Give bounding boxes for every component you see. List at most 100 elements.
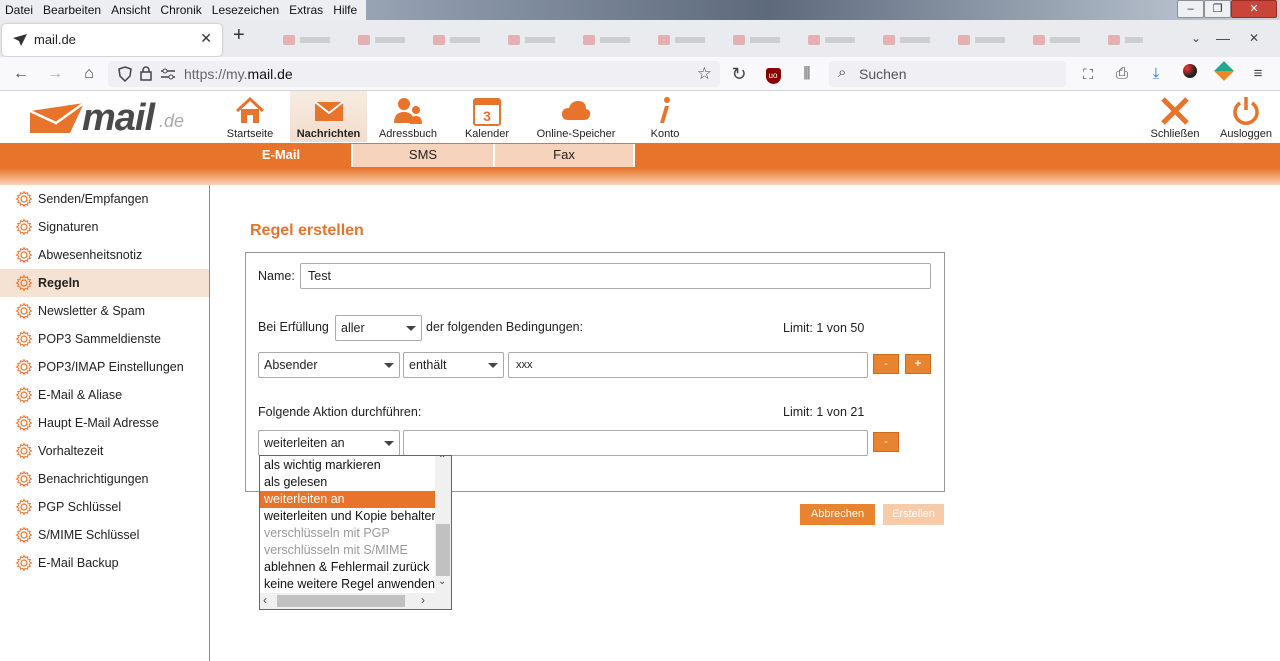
nav-nachrichten[interactable]: Nachrichten xyxy=(290,91,367,142)
contacts-icon xyxy=(394,98,422,124)
forward-icon[interactable]: → xyxy=(44,63,66,85)
vertical-scroll-thumb[interactable] xyxy=(436,524,450,576)
create-button[interactable]: Erstellen xyxy=(883,504,944,525)
background-tab[interactable] xyxy=(883,31,935,45)
sidebar-item[interactable]: Newsletter & Spam xyxy=(0,297,209,325)
background-tab[interactable] xyxy=(958,31,1010,45)
shield-icon[interactable] xyxy=(118,66,132,82)
menu-extras[interactable]: Extras xyxy=(284,0,328,20)
cancel-button[interactable]: Abbrechen xyxy=(800,504,875,525)
add-condition-button[interactable]: + xyxy=(905,354,931,374)
extension-icon[interactable] xyxy=(1213,61,1235,85)
sidebar-item[interactable]: Abwesenheitsnotiz xyxy=(0,241,209,269)
dropdown-option[interactable]: weiterleiten an xyxy=(260,491,435,508)
menu-bearbeiten[interactable]: Bearbeiten xyxy=(38,0,106,20)
menu-ansicht[interactable]: Ansicht xyxy=(106,0,155,20)
menu-datei[interactable]: Datei xyxy=(0,0,38,20)
background-tab[interactable] xyxy=(283,31,335,45)
dropdown-option[interactable]: ablehnen & Fehlermail zurück xyxy=(260,559,435,576)
logo-tld: .de xyxy=(159,111,185,131)
reload-icon[interactable]: ↻ xyxy=(728,63,750,85)
sidebar-item[interactable]: Senden/Empfangen xyxy=(0,185,209,213)
back-icon[interactable]: ← xyxy=(10,63,32,85)
name-input[interactable]: Test xyxy=(300,263,931,289)
sidebar-item[interactable]: E-Mail & Aliase xyxy=(0,381,209,409)
lock-icon[interactable] xyxy=(140,66,152,81)
sidebar-item[interactable]: Regeln xyxy=(0,269,209,297)
tab-close-icon[interactable]: ✕ xyxy=(200,30,212,47)
sidebar-item[interactable]: PGP Schlüssel xyxy=(0,493,209,521)
condition-mode-select[interactable]: aller xyxy=(335,315,422,341)
print-icon[interactable]: ⎙ xyxy=(1111,63,1133,85)
close-button[interactable]: Schließen xyxy=(1146,91,1204,142)
tab-email[interactable]: E-Mail xyxy=(211,144,353,167)
background-tab[interactable] xyxy=(808,31,860,45)
minimize-button[interactable]: – xyxy=(1177,0,1204,18)
dropdown-option[interactable]: weiterleiten und Kopie behalten xyxy=(260,508,435,525)
sidebar-item[interactable]: POP3 Sammeldienste xyxy=(0,325,209,353)
window-close-button[interactable]: ✕ xyxy=(1231,0,1277,18)
firefox-view-icon[interactable]: — xyxy=(1212,27,1234,49)
sidebar-item[interactable]: E-Mail Backup xyxy=(0,549,209,577)
mail-de-logo[interactable]: mail .de xyxy=(28,97,188,139)
menu-lesezeichen[interactable]: Lesezeichen xyxy=(207,0,284,20)
background-tab[interactable] xyxy=(433,31,485,45)
sidebar-item[interactable]: Vorhaltezeit xyxy=(0,437,209,465)
nav-online-speicher[interactable]: Online-Speicher xyxy=(532,91,620,142)
sidebar-item[interactable]: Signaturen xyxy=(0,213,209,241)
tab-list-icon[interactable]: ⌄ xyxy=(1185,27,1207,49)
background-tab[interactable] xyxy=(508,31,560,45)
scroll-left-icon[interactable]: ‹ xyxy=(263,593,267,607)
action-dropdown-list[interactable]: keine weitere Regel anwenden ablehnen & F… xyxy=(259,455,452,610)
menu-chronik[interactable]: Chronik xyxy=(155,0,206,20)
permissions-icon[interactable] xyxy=(160,68,176,80)
tab-sms[interactable]: SMS xyxy=(353,144,495,167)
maximize-button[interactable]: ❐ xyxy=(1204,0,1231,18)
scroll-up-icon[interactable]: ⌃ xyxy=(438,456,446,465)
nav-kalender[interactable]: 3 Kalender xyxy=(456,91,518,142)
sidebar-item[interactable]: Benachrichtigungen xyxy=(0,465,209,493)
background-tab[interactable] xyxy=(658,31,710,45)
sidebar-item[interactable]: POP3/IMAP Einstellungen xyxy=(0,353,209,381)
horizontal-scroll-thumb[interactable] xyxy=(277,595,405,607)
close-window-icon[interactable]: ✕ xyxy=(1243,27,1265,49)
condition-operator-select[interactable]: enthält xyxy=(403,352,504,378)
screenshot-icon[interactable]: ⛶ xyxy=(1077,63,1099,85)
scroll-right-icon[interactable]: › xyxy=(421,593,425,607)
dropdown-option[interactable]: als gelesen xyxy=(260,474,435,491)
download-icon[interactable]: ⤓ xyxy=(1145,63,1167,85)
background-tab[interactable] xyxy=(1033,31,1085,45)
remove-condition-button[interactable]: - xyxy=(873,354,899,374)
extension-icon[interactable] xyxy=(1179,63,1201,85)
logout-button[interactable]: Ausloggen xyxy=(1216,91,1276,142)
nav-startseite[interactable]: Startseite xyxy=(218,91,282,142)
url-bar[interactable]: https://my.mail.de ☆ xyxy=(108,61,720,87)
background-tab[interactable] xyxy=(583,31,635,45)
library-icon[interactable]: ⫼ xyxy=(796,63,818,85)
ublock-icon[interactable]: uo xyxy=(762,63,784,85)
search-bar[interactable]: ⌕ Suchen xyxy=(829,61,1066,87)
browser-tab-active[interactable]: mail.de ✕ xyxy=(2,24,222,56)
scroll-down-icon[interactable]: ⌄ xyxy=(438,576,446,587)
new-tab-button[interactable]: + xyxy=(233,25,245,45)
bookmark-star-icon[interactable]: ☆ xyxy=(697,64,712,84)
sidebar-item[interactable]: S/MIME Schlüssel xyxy=(0,521,209,549)
gear-icon xyxy=(15,218,33,236)
dropdown-option[interactable]: keine weitere Regel anwenden xyxy=(260,576,435,593)
sidebar-item[interactable]: Haupt E-Mail Adresse xyxy=(0,409,209,437)
action-target-input[interactable] xyxy=(403,430,868,456)
condition-value-input[interactable]: xxx xyxy=(508,352,868,378)
menu-icon[interactable]: ≡ xyxy=(1247,63,1269,85)
remove-action-button[interactable]: - xyxy=(873,432,899,452)
menu-hilfe[interactable]: Hilfe xyxy=(328,0,362,20)
background-tab[interactable] xyxy=(733,31,785,45)
dropdown-option[interactable]: als wichtig markieren xyxy=(260,457,435,474)
condition-field-select[interactable]: Absender xyxy=(258,352,400,378)
home-icon[interactable]: ⌂ xyxy=(78,63,100,85)
background-tab[interactable] xyxy=(1108,31,1148,45)
background-tab[interactable] xyxy=(358,31,410,45)
nav-konto[interactable]: Konto xyxy=(640,91,690,142)
nav-adressbuch[interactable]: Adressbuch xyxy=(374,91,442,142)
tab-fax[interactable]: Fax xyxy=(495,144,635,167)
action-select[interactable]: weiterleiten an xyxy=(258,430,400,456)
